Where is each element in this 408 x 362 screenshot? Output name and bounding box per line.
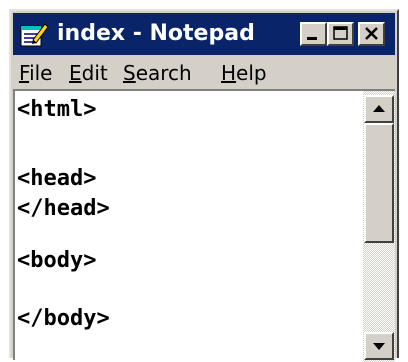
editor-line: </head> xyxy=(17,196,110,221)
menu-help[interactable]: Help xyxy=(221,59,267,87)
menu-help-mnemonic: H xyxy=(221,61,237,85)
menu-edit[interactable]: Edit xyxy=(69,59,108,87)
editor-line: <body> xyxy=(17,248,97,273)
arrow-down-icon xyxy=(373,343,385,350)
scroll-thumb[interactable] xyxy=(364,123,394,243)
menu-search-mnemonic: S xyxy=(123,61,136,85)
maximize-button[interactable] xyxy=(327,22,354,46)
text-editor[interactable]: <html> <head> </head> <body> </body> xyxy=(13,89,395,362)
menu-help-label: elp xyxy=(236,61,267,85)
editor-line: <html> xyxy=(17,97,97,122)
menu-edit-label: dit xyxy=(81,61,108,85)
minimize-icon xyxy=(307,37,317,40)
menu-file-mnemonic: F xyxy=(19,61,30,85)
maximize-icon xyxy=(333,26,348,40)
scroll-up-button[interactable] xyxy=(364,95,394,123)
editor-line: </body> xyxy=(17,306,110,331)
menu-bar: File Edit Search Help xyxy=(13,59,395,87)
vertical-scrollbar[interactable] xyxy=(363,91,395,362)
menu-file-label: ile xyxy=(29,61,53,85)
arrow-up-icon xyxy=(373,105,385,112)
editor-line: <head> xyxy=(17,166,97,191)
title-bar[interactable]: index - Notepad xyxy=(13,13,395,55)
editor-text-area[interactable]: <html> <head> </head> <body> </body> xyxy=(15,91,357,360)
notepad-icon[interactable] xyxy=(19,22,49,48)
menu-edit-mnemonic: E xyxy=(69,61,82,85)
scroll-down-button[interactable] xyxy=(364,332,394,360)
window-title: index - Notepad xyxy=(57,21,255,46)
close-icon xyxy=(365,27,378,40)
menu-search-label: earch xyxy=(135,61,192,85)
menu-file[interactable]: File xyxy=(19,59,52,87)
minimize-button[interactable] xyxy=(300,22,327,46)
menu-search[interactable]: Search xyxy=(123,59,192,87)
close-button[interactable] xyxy=(358,22,385,46)
notepad-window: index - Notepad File Edit Search Help <h… xyxy=(9,9,399,362)
